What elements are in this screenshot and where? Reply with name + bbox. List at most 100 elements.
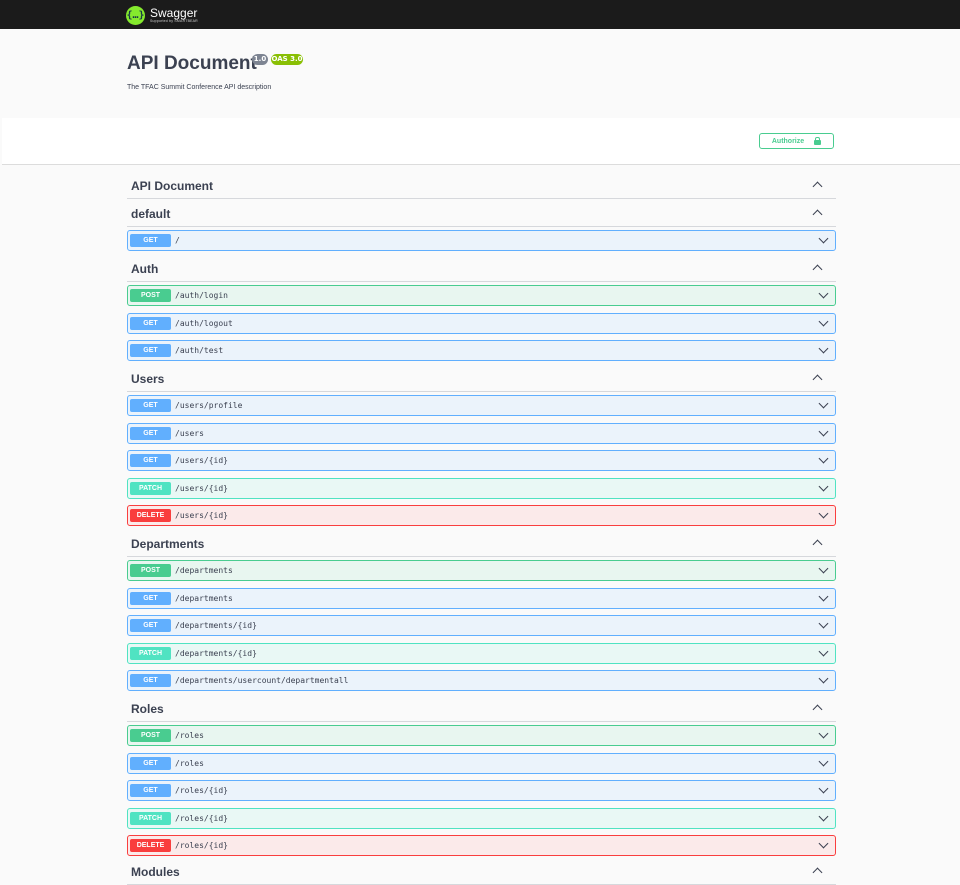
operation-row[interactable]: DELETE/roles/{id} bbox=[127, 835, 836, 856]
method-badge: PATCH bbox=[130, 482, 171, 495]
method-badge: DELETE bbox=[130, 839, 171, 852]
operation-path: /departments bbox=[175, 566, 233, 575]
chevron-down-icon[interactable] bbox=[818, 783, 829, 794]
section-header[interactable]: Auth bbox=[127, 256, 836, 282]
chevron-down-icon[interactable] bbox=[818, 508, 829, 519]
operation-row[interactable]: GET/auth/logout bbox=[127, 313, 836, 334]
operation-path: /users/{id} bbox=[175, 511, 228, 520]
method-badge: GET bbox=[130, 619, 171, 632]
method-badge: POST bbox=[130, 729, 171, 742]
operation-row[interactable]: GET/roles bbox=[127, 753, 836, 774]
section-header[interactable]: default bbox=[127, 201, 836, 227]
operation-row[interactable]: POST/auth/login bbox=[127, 285, 836, 306]
method-badge: DELETE bbox=[130, 509, 171, 522]
operation-row[interactable]: GET/users/profile bbox=[127, 395, 836, 416]
chevron-up-icon[interactable] bbox=[812, 374, 823, 385]
swagger-logo[interactable]: {…} Swagger Supported by SMARTBEAR bbox=[126, 4, 198, 26]
chevron-down-icon[interactable] bbox=[818, 288, 829, 299]
top-bar: {…} Swagger Supported by SMARTBEAR bbox=[0, 0, 960, 29]
chevron-up-icon[interactable] bbox=[812, 264, 823, 275]
chevron-down-icon[interactable] bbox=[818, 838, 829, 849]
method-badge: GET bbox=[130, 317, 171, 330]
method-badge: PATCH bbox=[130, 812, 171, 825]
chevron-down-icon[interactable] bbox=[818, 398, 829, 409]
section-header[interactable]: Modules bbox=[127, 859, 836, 885]
operation-path: /departments bbox=[175, 594, 233, 603]
chevron-down-icon[interactable] bbox=[818, 811, 829, 822]
operation-path: /roles/{id} bbox=[175, 841, 228, 850]
operation-path: /roles/{id} bbox=[175, 786, 228, 795]
chevron-down-icon[interactable] bbox=[818, 728, 829, 739]
operation-row[interactable]: PATCH/roles/{id} bbox=[127, 808, 836, 829]
operation-path: /roles/{id} bbox=[175, 814, 228, 823]
oas-badge: OAS 3.0 bbox=[271, 54, 303, 65]
chevron-down-icon[interactable] bbox=[818, 453, 829, 464]
section-title: Modules bbox=[131, 865, 180, 879]
chevron-down-icon[interactable] bbox=[818, 316, 829, 327]
operation-path: /roles bbox=[175, 759, 204, 768]
method-badge: GET bbox=[130, 592, 171, 605]
operation-path: /users/{id} bbox=[175, 456, 228, 465]
method-badge: GET bbox=[130, 757, 171, 770]
chevron-down-icon[interactable] bbox=[818, 591, 829, 602]
operation-path: /roles bbox=[175, 731, 204, 740]
operation-path: /users bbox=[175, 429, 204, 438]
section-title: Roles bbox=[131, 702, 164, 716]
operation-row[interactable]: DELETE/users/{id} bbox=[127, 505, 836, 526]
section-header[interactable]: Users bbox=[127, 366, 836, 392]
section-title: Users bbox=[131, 372, 165, 386]
operation-path: /auth/logout bbox=[175, 319, 233, 328]
chevron-down-icon[interactable] bbox=[818, 233, 829, 244]
operation-path: /departments/{id} bbox=[175, 649, 257, 658]
method-badge: GET bbox=[130, 399, 171, 412]
chevron-down-icon[interactable] bbox=[818, 646, 829, 657]
operation-path: /auth/login bbox=[175, 291, 228, 300]
chevron-down-icon[interactable] bbox=[818, 481, 829, 492]
method-badge: POST bbox=[130, 289, 171, 302]
method-badge: GET bbox=[130, 674, 171, 687]
operation-row[interactable]: GET / bbox=[127, 230, 836, 251]
section-header[interactable]: Departments bbox=[127, 531, 836, 557]
operation-row[interactable]: GET/departments bbox=[127, 588, 836, 609]
chevron-down-icon[interactable] bbox=[818, 756, 829, 767]
method-badge: GET bbox=[130, 234, 171, 247]
chevron-down-icon[interactable] bbox=[818, 673, 829, 684]
section-header[interactable]: API Document bbox=[127, 173, 836, 199]
operation-row[interactable]: GET/departments/usercount/departmentall bbox=[127, 670, 836, 691]
section-header[interactable]: Roles bbox=[127, 696, 836, 722]
brand-subtitle: Supported by SMARTBEAR bbox=[150, 18, 198, 23]
chevron-down-icon[interactable] bbox=[818, 618, 829, 629]
authorize-button[interactable]: Authorize bbox=[759, 133, 834, 149]
page-title: API Document bbox=[127, 53, 257, 74]
chevron-down-icon[interactable] bbox=[818, 343, 829, 354]
method-badge: PATCH bbox=[130, 647, 171, 660]
swagger-logo-icon: {…} bbox=[126, 5, 145, 25]
version-badge: 1.0 bbox=[252, 54, 268, 65]
operation-path: /departments/usercount/departmentall bbox=[175, 676, 349, 685]
operation-row[interactable]: GET/users/{id} bbox=[127, 450, 836, 471]
operation-row[interactable]: GET/roles/{id} bbox=[127, 780, 836, 801]
authorize-label: Authorize bbox=[771, 137, 805, 145]
operation-row[interactable]: PATCH/users/{id} bbox=[127, 478, 836, 499]
operation-path: / bbox=[175, 236, 180, 245]
operation-path: /auth/test bbox=[175, 346, 224, 355]
operation-path: /users/profile bbox=[175, 401, 243, 410]
operation-row[interactable]: GET/users bbox=[127, 423, 836, 444]
section-title: Departments bbox=[131, 537, 205, 551]
chevron-up-icon[interactable] bbox=[812, 539, 823, 550]
api-description: The TFAC Summit Conference API descripti… bbox=[127, 84, 272, 91]
lock-icon bbox=[814, 137, 822, 145]
operation-path: /users/{id} bbox=[175, 484, 228, 493]
method-badge: GET bbox=[130, 454, 171, 467]
chevron-up-icon[interactable] bbox=[812, 209, 823, 220]
section-title: Auth bbox=[131, 262, 159, 276]
chevron-down-icon[interactable] bbox=[818, 426, 829, 437]
operation-row[interactable]: POST/departments bbox=[127, 560, 836, 581]
chevron-down-icon[interactable] bbox=[818, 563, 829, 574]
operation-row[interactable]: GET/auth/test bbox=[127, 340, 836, 361]
chevron-up-icon[interactable] bbox=[812, 181, 823, 192]
chevron-up-icon[interactable] bbox=[812, 704, 823, 715]
operation-row[interactable]: POST/roles bbox=[127, 725, 836, 746]
operation-row[interactable]: GET/departments/{id} bbox=[127, 615, 836, 636]
operation-row[interactable]: PATCH/departments/{id} bbox=[127, 643, 836, 664]
